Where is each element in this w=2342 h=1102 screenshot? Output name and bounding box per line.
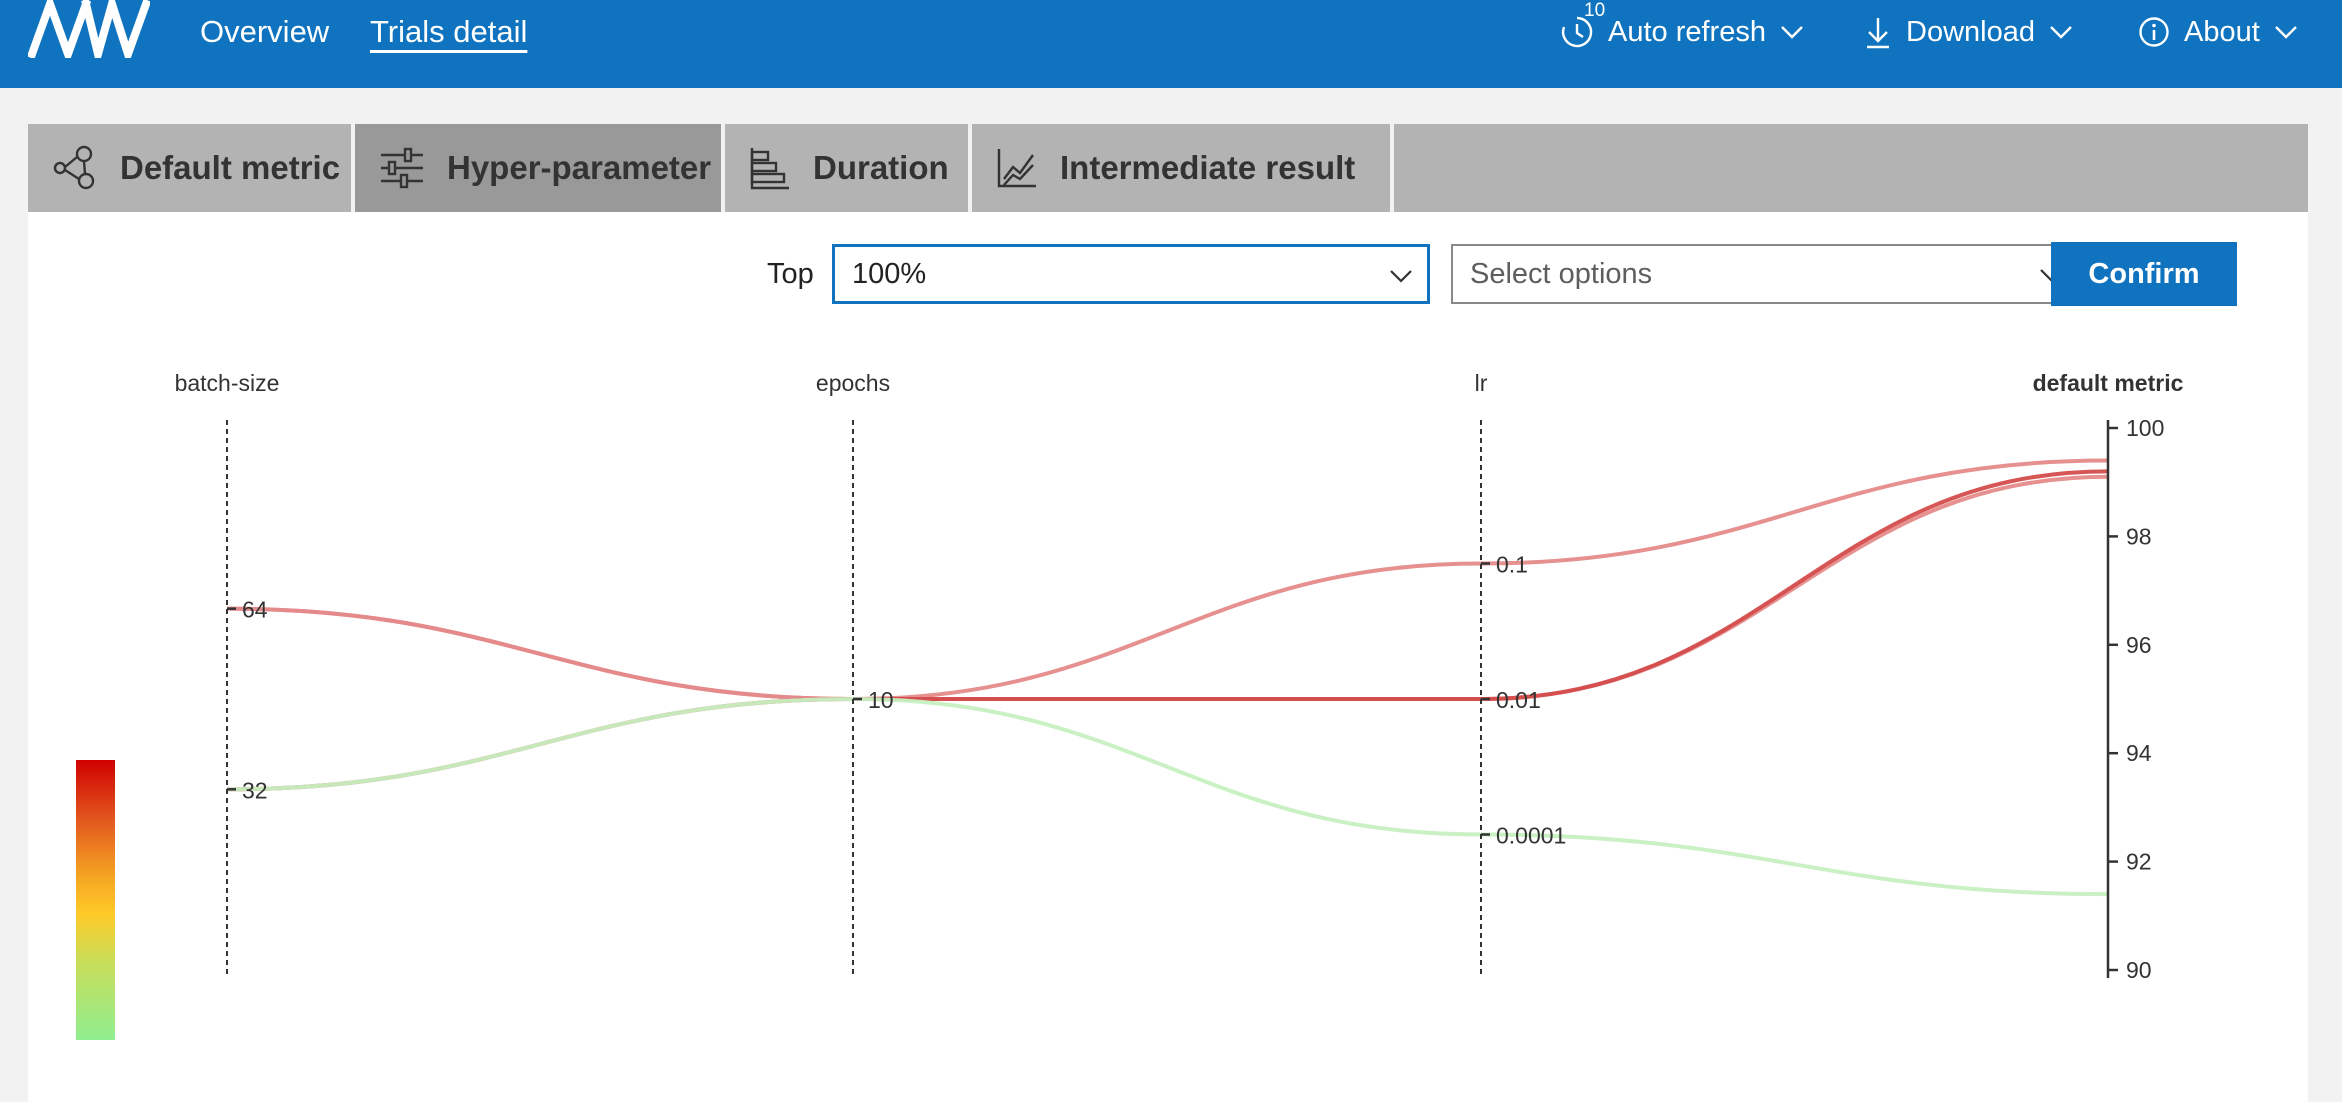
- axis-label: default metric: [2033, 370, 2184, 396]
- nav-overview[interactable]: Overview: [200, 10, 329, 54]
- auto-refresh-label: Auto refresh: [1608, 15, 1766, 48]
- tick-label: 92: [2126, 849, 2152, 875]
- tick-label: 94: [2126, 740, 2152, 766]
- tick-label: 100: [2126, 415, 2164, 441]
- tick-label: 98: [2126, 523, 2152, 549]
- parallel-coordinates-chart: batch-size 32 64 epochs 10 lr 0.0001 0.01 0.1 def…: [175, 370, 2184, 983]
- series-lines: [226, 458, 2109, 897]
- axis-label: lr: [1475, 370, 1488, 396]
- tick-label: 0.0001: [1496, 823, 1566, 849]
- series-line-1[interactable]: [226, 474, 2109, 702]
- tick-label: 64: [242, 597, 268, 623]
- auto-refresh-button[interactable]: Auto refresh: [1560, 10, 1804, 54]
- tick-label: 96: [2126, 632, 2152, 658]
- about-button[interactable]: About: [2138, 10, 2298, 54]
- download-label: Download: [1906, 15, 2035, 48]
- tick-label: 0.1: [1496, 552, 1528, 578]
- chevron-down-icon: [2274, 26, 2297, 39]
- clock-icon: [1561, 16, 1593, 48]
- tick-label: 90: [2126, 957, 2152, 983]
- axis-0: batch-size 32 64: [175, 370, 280, 978]
- series-line-0[interactable]: [226, 458, 2109, 702]
- tick-label: 0.01: [1496, 687, 1541, 713]
- chevron-down-icon: [2050, 26, 2072, 39]
- tick-label: 10: [868, 687, 894, 713]
- nni-logo[interactable]: [28, 0, 150, 58]
- color-scale-bar: [76, 760, 115, 1040]
- info-icon: [2139, 17, 2169, 47]
- chevron-down-icon: [1781, 26, 1803, 39]
- top-navigation-bar: Overview Trials detail 10 Auto refresh D…: [0, 0, 2342, 88]
- download-button[interactable]: Download: [1864, 10, 2073, 54]
- download-icon: [1867, 18, 1889, 49]
- trials-detail-card: Default metric Hyper-parameter Duration …: [28, 124, 2308, 1102]
- about-label: About: [2184, 15, 2260, 48]
- axis-label: batch-size: [175, 370, 280, 396]
- nav-trials-detail[interactable]: Trials detail: [370, 10, 527, 54]
- axis-2: lr 0.0001 0.01 0.1: [1475, 370, 1566, 978]
- series-line-3[interactable]: [226, 696, 2109, 897]
- axis-1: epochs 10: [816, 370, 894, 978]
- axis-label: epochs: [816, 370, 890, 396]
- tick-label: 32: [242, 777, 268, 803]
